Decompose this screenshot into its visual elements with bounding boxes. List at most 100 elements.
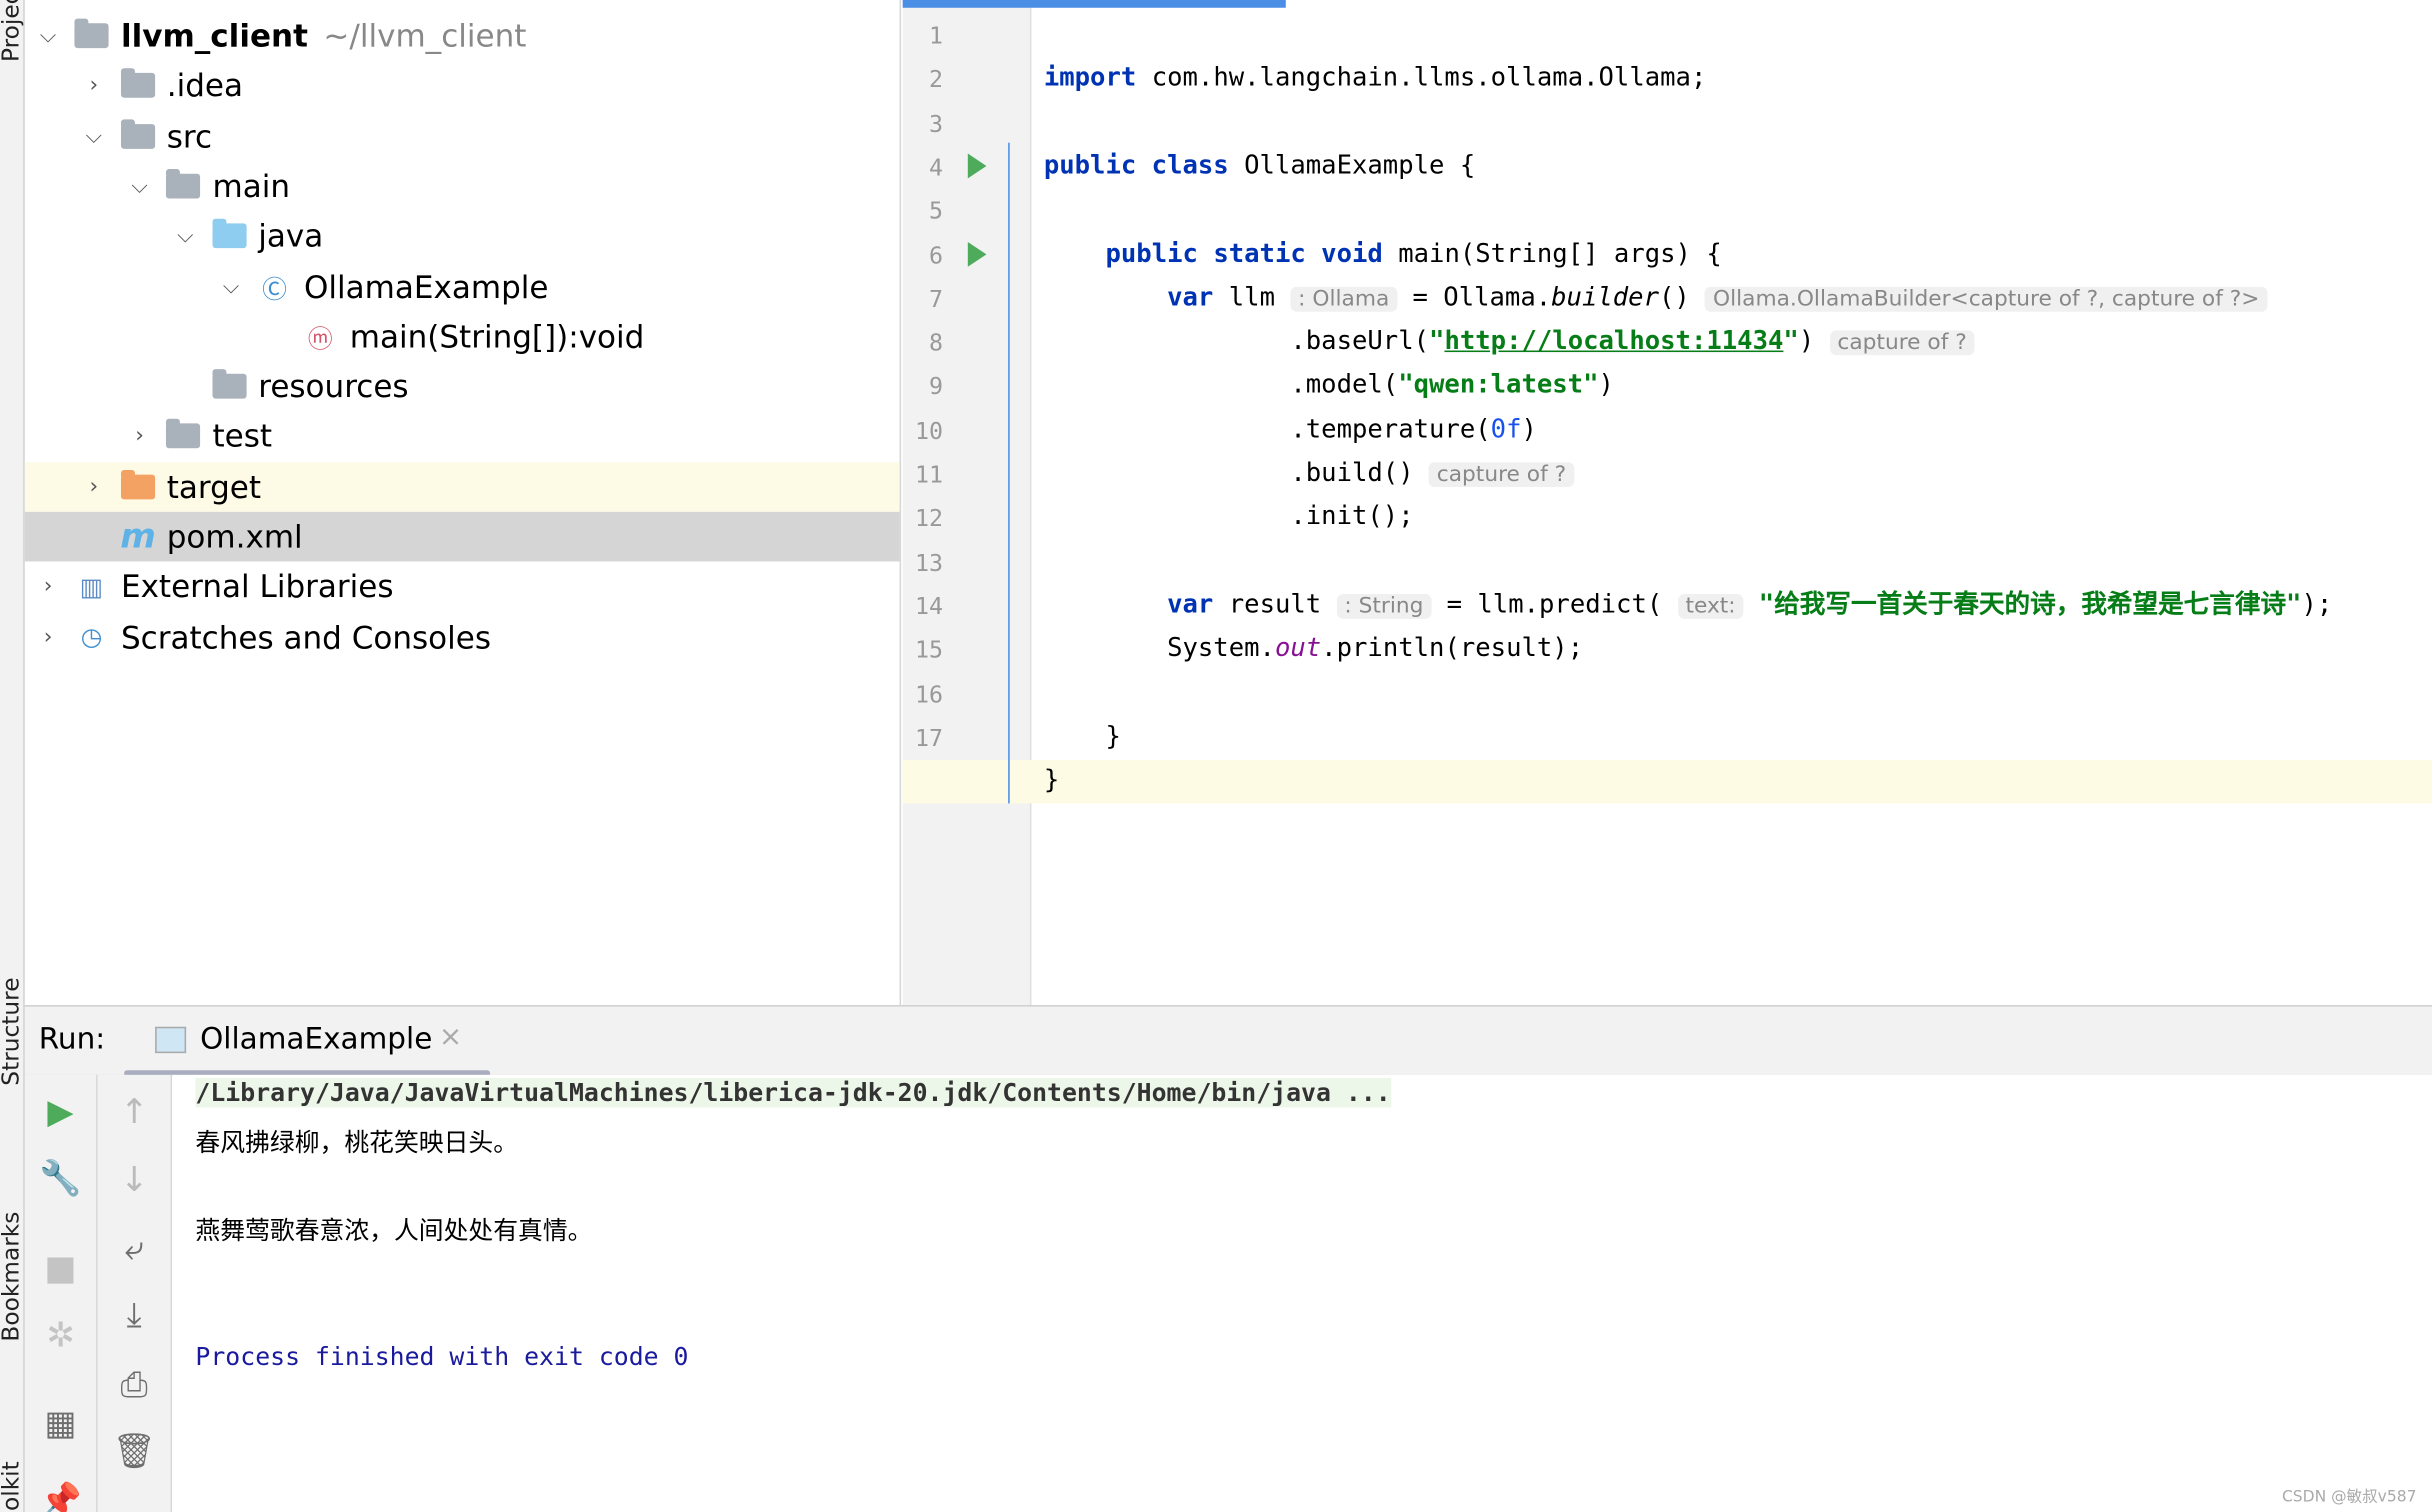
tree-item[interactable]: ⌵ src bbox=[25, 111, 900, 161]
code-line: .baseUrl("http://localhost:11434") captu… bbox=[1044, 320, 1975, 363]
line-number: 2 bbox=[929, 65, 944, 94]
code-editor[interactable]: 123456789101112131415161718 import com.h… bbox=[902, 0, 2432, 1006]
code-line: } bbox=[1044, 759, 1059, 802]
code-token: var bbox=[1167, 589, 1229, 619]
tree-item[interactable]: ⓜ main(String[]):void bbox=[25, 311, 900, 361]
layout-icon[interactable]: ▦ bbox=[44, 1405, 76, 1444]
pin-icon[interactable]: 📌 bbox=[39, 1483, 82, 1512]
arrow-up-icon[interactable]: ↑ bbox=[120, 1093, 149, 1132]
wrench-icon[interactable]: 🔧 bbox=[39, 1160, 82, 1199]
tool-tab-bookmarks[interactable]: Bookmarks bbox=[0, 1212, 23, 1342]
code-token: 0f bbox=[1490, 413, 1522, 444]
tree-item[interactable]: › test bbox=[25, 412, 900, 462]
tool-tab-toolkit[interactable]: Toolkit bbox=[0, 1461, 23, 1512]
code-token: ) bbox=[1521, 413, 1537, 444]
tree-item[interactable]: › .idea bbox=[25, 61, 900, 111]
run-tab[interactable]: OllamaExample × bbox=[124, 1007, 491, 1077]
tree-item[interactable]: › ▥ External Libraries bbox=[25, 562, 900, 612]
tree-item[interactable]: ⌵ llvm_client ~/llvm_client bbox=[25, 11, 900, 61]
line-number: 16 bbox=[914, 680, 944, 709]
watermark: CSDN @敏叔v587 bbox=[2281, 1488, 2417, 1507]
console-icon bbox=[155, 1026, 187, 1054]
line-number: 8 bbox=[929, 328, 944, 357]
chevron-down-icon[interactable]: ⌵ bbox=[174, 224, 196, 249]
code-line: .build() capture of ? bbox=[1044, 451, 1574, 494]
run-gutter-icon[interactable] bbox=[967, 153, 987, 179]
module-folder-icon bbox=[74, 18, 109, 49]
code-token: llm bbox=[1228, 281, 1291, 312]
line-number: 13 bbox=[914, 548, 944, 577]
chevron-down-icon[interactable]: ⌵ bbox=[129, 174, 151, 199]
code-token: System. bbox=[1043, 633, 1275, 663]
maven-icon: m bbox=[120, 517, 156, 557]
arrow-down-icon[interactable]: ↓ bbox=[120, 1162, 149, 1201]
chevron-right-icon[interactable]: › bbox=[83, 73, 105, 98]
chevron-right-icon[interactable]: › bbox=[83, 474, 105, 499]
code-token: { bbox=[1459, 150, 1476, 180]
code-token: " bbox=[1783, 325, 1799, 356]
chevron-right-icon[interactable]: › bbox=[37, 574, 59, 599]
line-number: 1 bbox=[929, 21, 944, 50]
code-token: ) bbox=[1598, 369, 1614, 400]
code-token: } bbox=[1043, 764, 1060, 795]
code-token: http://localhost:11434 bbox=[1444, 325, 1784, 356]
code-token: () bbox=[1659, 281, 1706, 312]
chevron-down-icon[interactable]: ⌵ bbox=[83, 123, 105, 148]
scroll-to-end-icon[interactable]: ⤓ bbox=[127, 1297, 142, 1336]
tree-item[interactable]: ⌵ java bbox=[25, 211, 900, 261]
tree-item[interactable]: › target bbox=[24, 461, 900, 512]
tree-item-label: Scratches and Consoles bbox=[120, 618, 492, 656]
inlay-hint: capture of ? bbox=[1829, 330, 1975, 356]
print-icon[interactable]: ⎙ bbox=[121, 1366, 148, 1405]
code-token: "给我写一首关于春天的诗，我希望是七言律诗" bbox=[1758, 589, 2302, 619]
tree-item-label: src bbox=[166, 117, 213, 155]
close-icon[interactable]: × bbox=[439, 1021, 462, 1054]
run-panel-header: Run: OllamaExample × bbox=[24, 1005, 2432, 1077]
line-number: 9 bbox=[929, 372, 944, 401]
code-line: public class OllamaExample { bbox=[1044, 144, 1475, 187]
code-token: import bbox=[1043, 62, 1152, 92]
tree-item[interactable]: m pom.xml bbox=[24, 511, 900, 562]
tree-item[interactable]: › ◷ Scratches and Consoles bbox=[25, 612, 900, 662]
chevron-down-icon[interactable]: ⌵ bbox=[37, 23, 59, 48]
line-number: 3 bbox=[929, 109, 944, 138]
stop-icon[interactable]: ■ bbox=[44, 1250, 76, 1289]
tree-item-label: resources bbox=[258, 367, 409, 405]
line-number: 6 bbox=[929, 241, 944, 270]
code-token: OllamaExample bbox=[1244, 150, 1460, 180]
code-token: result bbox=[1228, 589, 1337, 619]
line-number: 10 bbox=[914, 416, 944, 445]
chevron-right-icon[interactable]: › bbox=[129, 424, 151, 449]
tree-item[interactable]: resources bbox=[25, 362, 900, 412]
tool-tab-structure[interactable]: Structure bbox=[0, 977, 23, 1085]
libraries-icon: ▥ bbox=[79, 572, 104, 602]
code-token: out bbox=[1274, 633, 1322, 663]
trash-icon[interactable]: 🗑 bbox=[112, 1433, 155, 1472]
run-label: Run: bbox=[38, 1022, 106, 1057]
soft-wrap-icon[interactable]: ⤶ bbox=[125, 1230, 144, 1269]
run-console[interactable]: /Library/Java/JavaVirtualMachines/liberi… bbox=[172, 1074, 2432, 1512]
inlay-hint: Ollama.OllamaBuilder<capture of ?, captu… bbox=[1705, 286, 2268, 312]
code-token: " bbox=[1429, 325, 1445, 356]
debug-icon[interactable]: ✲ bbox=[46, 1317, 75, 1356]
code-line: System.out.println(result); bbox=[1044, 627, 1583, 670]
code-line: var result : String = llm.predict( text:… bbox=[1044, 583, 2332, 626]
tree-item-label: pom.xml bbox=[166, 518, 303, 556]
tree-item[interactable]: ⌵ Ⓒ OllamaExample bbox=[25, 261, 900, 311]
tree-item-label: External Libraries bbox=[120, 568, 394, 606]
tree-item-label: OllamaExample bbox=[303, 267, 549, 305]
tree-item[interactable]: ⌵ main bbox=[25, 161, 900, 211]
rerun-icon[interactable]: ▶ bbox=[47, 1093, 73, 1132]
tool-tab-project[interactable]: Project bbox=[0, 0, 23, 62]
chevron-down-icon[interactable]: ⌵ bbox=[220, 274, 242, 299]
line-number: 15 bbox=[914, 636, 944, 665]
run-gutter-icon[interactable] bbox=[967, 241, 987, 266]
run-toolbar-secondary: ↑ ↓ ⤶ ⤓ ⎙ 🗑 bbox=[97, 1074, 173, 1512]
tree-item-path: ~/llvm_client bbox=[323, 17, 527, 55]
left-tool-strip: Project Structure Bookmarks Toolkit bbox=[0, 0, 25, 1512]
line-number: 7 bbox=[929, 285, 944, 313]
chevron-right-icon[interactable]: › bbox=[37, 624, 59, 649]
